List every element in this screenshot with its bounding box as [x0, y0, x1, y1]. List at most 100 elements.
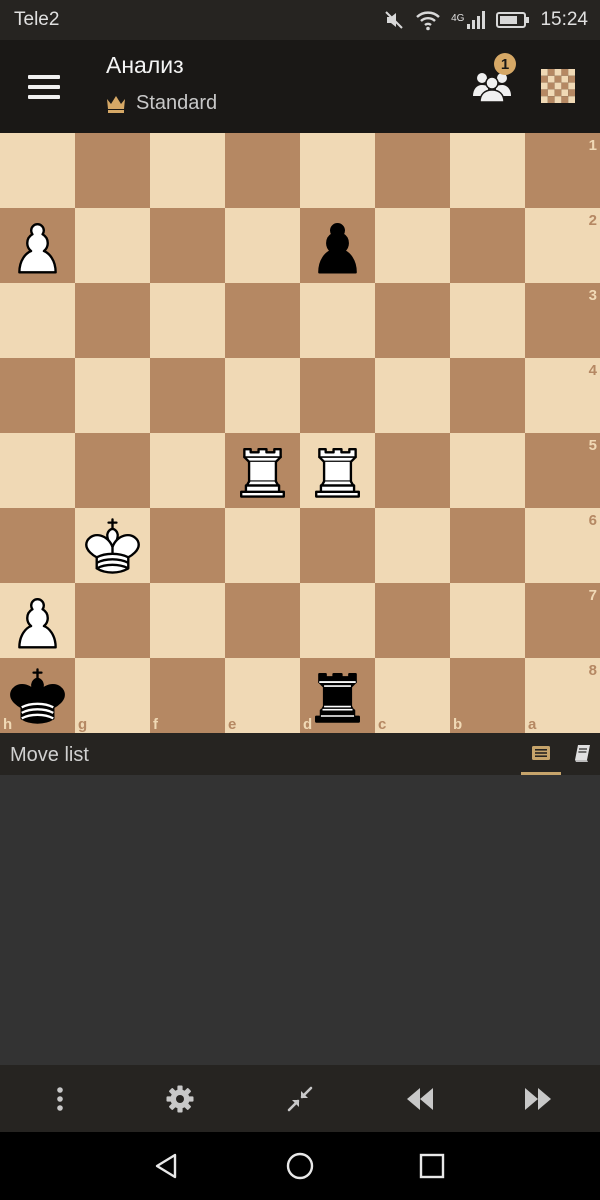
board-square-b5[interactable] — [450, 433, 525, 508]
recents-button[interactable] — [412, 1146, 452, 1186]
board-square-b4[interactable] — [450, 358, 525, 433]
system-nav-bar — [0, 1132, 600, 1200]
board-square-b2[interactable] — [450, 208, 525, 283]
rank-label: 1 — [589, 137, 597, 154]
board-square-d1[interactable] — [300, 133, 375, 208]
board-square-b7[interactable] — [450, 583, 525, 658]
wifi-icon — [416, 11, 440, 31]
more-options-button[interactable] — [38, 1077, 82, 1121]
board-square-f8[interactable] — [150, 658, 225, 733]
variant-label: Standard — [106, 92, 217, 115]
mute-icon — [385, 11, 403, 29]
board-square-e3[interactable] — [225, 283, 300, 358]
board-square-c5[interactable] — [375, 433, 450, 508]
board-square-e1[interactable] — [225, 133, 300, 208]
board-square-c7[interactable] — [375, 583, 450, 658]
board-square-f7[interactable] — [150, 583, 225, 658]
crown-icon — [107, 95, 125, 113]
bottom-toolbar — [0, 1065, 600, 1132]
move-list — [0, 775, 600, 1065]
board-square-f6[interactable] — [150, 508, 225, 583]
board-square-b1[interactable] — [450, 133, 525, 208]
rank-label: 2 — [589, 212, 597, 229]
clock: 15:24 — [540, 9, 588, 30]
next-move-button[interactable] — [516, 1077, 560, 1121]
file-label: g — [78, 716, 87, 733]
board-square-f2[interactable] — [150, 208, 225, 283]
board-square-c3[interactable] — [375, 283, 450, 358]
settings-gear-icon — [166, 1085, 194, 1113]
settings-button[interactable] — [158, 1077, 202, 1121]
file-label: h — [3, 716, 12, 733]
file-label: e — [228, 716, 236, 733]
board-square-b3[interactable] — [450, 283, 525, 358]
move-list-title: Move list — [10, 744, 89, 766]
fast-forward-icon — [525, 1088, 551, 1110]
board-square-f5[interactable] — [150, 433, 225, 508]
board-square-f1[interactable] — [150, 133, 225, 208]
board-square-h3[interactable] — [0, 283, 75, 358]
app-bar: Анализ Standard 1 — [0, 40, 600, 133]
board-square-h5[interactable] — [0, 433, 75, 508]
board-square-d3[interactable] — [300, 283, 375, 358]
board-square-f3[interactable] — [150, 283, 225, 358]
friends-count-badge: 1 — [494, 53, 516, 75]
hamburger-menu-icon[interactable] — [28, 74, 60, 100]
rank-label: 7 — [589, 587, 597, 604]
back-triangle-icon — [155, 1153, 177, 1179]
more-vertical-icon — [57, 1087, 63, 1111]
page-title: Анализ — [106, 52, 184, 78]
board-square-c6[interactable] — [375, 508, 450, 583]
signal-icon — [467, 11, 486, 29]
board-square-e6[interactable] — [225, 508, 300, 583]
board-square-e2[interactable] — [225, 208, 300, 283]
file-label: c — [378, 716, 386, 733]
board-square-g2[interactable] — [75, 208, 150, 283]
board-square-g3[interactable] — [75, 283, 150, 358]
board-square-g5[interactable] — [75, 433, 150, 508]
board-square-b6[interactable] — [450, 508, 525, 583]
board-square-h1[interactable] — [0, 133, 75, 208]
recents-square-icon — [419, 1153, 445, 1179]
previous-move-button[interactable] — [398, 1077, 442, 1121]
board-square-d6[interactable] — [300, 508, 375, 583]
home-button[interactable] — [280, 1146, 320, 1186]
status-icons: 4G 15:24 — [383, 9, 588, 31]
board-square-c1[interactable] — [375, 133, 450, 208]
network-type: 4G — [451, 13, 465, 24]
rewind-icon — [407, 1088, 433, 1110]
board-square-c2[interactable] — [375, 208, 450, 283]
home-circle-icon — [286, 1152, 314, 1180]
rank-label: 4 — [589, 362, 598, 379]
board-square-d7[interactable] — [300, 583, 375, 658]
board-square-h4[interactable] — [0, 358, 75, 433]
rank-label: 6 — [589, 512, 597, 529]
back-button[interactable] — [146, 1146, 186, 1186]
minimize-arrows-icon — [287, 1086, 313, 1112]
opening-book-tab[interactable] — [566, 733, 596, 775]
board-square-e7[interactable] — [225, 583, 300, 658]
board-square-g4[interactable] — [75, 358, 150, 433]
opening-book-icon — [575, 745, 590, 762]
rank-label: 5 — [589, 437, 597, 454]
chess-board[interactable]: 12345678hgfedcba — [0, 133, 600, 733]
board-square-g7[interactable] — [75, 583, 150, 658]
board-icon[interactable] — [541, 69, 575, 103]
board-square-g1[interactable] — [75, 133, 150, 208]
board-square-h6[interactable] — [0, 508, 75, 583]
board-square-d4[interactable] — [300, 358, 375, 433]
move-list-header: Move list — [0, 733, 600, 775]
status-bar: Tele2 4G 15:24 — [0, 0, 600, 40]
move-list-tab[interactable] — [521, 733, 561, 775]
rank-label: 3 — [589, 287, 597, 304]
file-label: b — [453, 716, 462, 733]
collapse-button[interactable] — [278, 1077, 322, 1121]
board-square-f4[interactable] — [150, 358, 225, 433]
carrier-name: Tele2 — [14, 9, 60, 30]
board-square-e4[interactable] — [225, 358, 300, 433]
board-square-c4[interactable] — [375, 358, 450, 433]
file-label: a — [528, 716, 537, 733]
rank-label: 8 — [589, 662, 597, 679]
variant-name: Standard — [136, 92, 218, 114]
file-label: d — [303, 716, 312, 733]
